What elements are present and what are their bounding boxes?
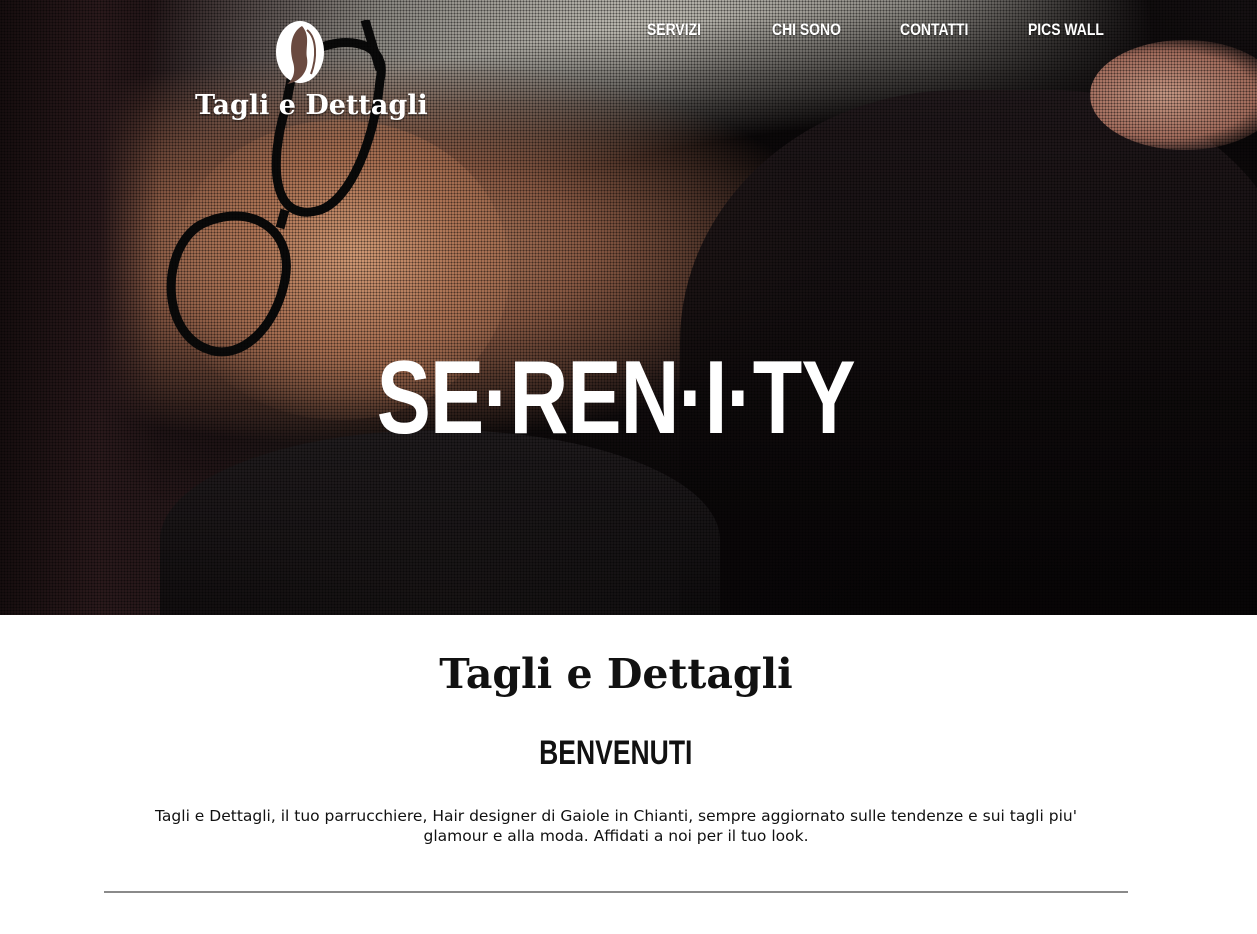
nav-item-pics-wall[interactable]: PICS WALL	[1028, 20, 1104, 40]
hero-banner: Tagli e Dettagli SERVIZI CHI SONO CONTAT…	[0, 0, 1257, 615]
intro-text: Tagli e Dettagli, il tuo parrucchiere, H…	[155, 807, 1077, 845]
nav-item-chi-sono[interactable]: CHI SONO	[772, 20, 841, 40]
nav-item-servizi[interactable]: SERVIZI	[647, 20, 701, 40]
main-nav: SERVIZI CHI SONO CONTATTI PICS WALL	[0, 20, 1257, 44]
welcome-section: Tagli e Dettagli BENVENUTI Tagli e Detta…	[0, 615, 1257, 934]
welcome-heading: BENVENUTI	[539, 734, 693, 772]
hero-title: SE·REN·I·TY	[376, 340, 856, 456]
brand-title: Tagli e Dettagli	[439, 650, 793, 698]
hero-photo-jacket	[160, 430, 720, 615]
section-divider	[104, 891, 1128, 893]
nav-item-contatti[interactable]: CONTATTI	[900, 20, 968, 40]
logo-text: Tagli e Dettagli	[195, 90, 428, 121]
